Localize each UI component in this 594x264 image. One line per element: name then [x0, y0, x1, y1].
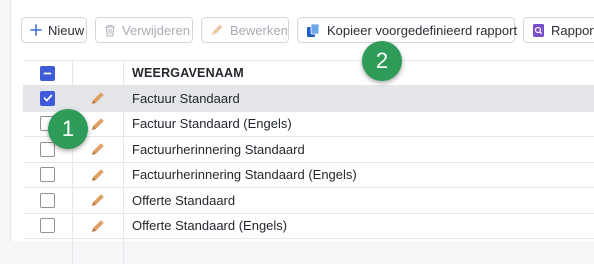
plus-icon [30, 24, 42, 36]
pencil-icon [212, 24, 223, 35]
copy-icon [307, 23, 320, 37]
row-display-name: Factuurherinnering Standaard [132, 141, 305, 157]
copy-predefined-report-label: Kopieer voorgedefinieerd rapport [327, 22, 518, 38]
row-edit-cell [73, 86, 124, 111]
step-badge-1: 1 [48, 109, 88, 149]
row-edit-cell [73, 213, 124, 238]
check-icon [43, 94, 52, 102]
step-badge-2: 2 [362, 41, 402, 81]
row-checkbox[interactable] [40, 90, 55, 106]
table-row[interactable]: Offerte Standaard (Engels) [23, 213, 594, 239]
row-checkbox[interactable] [40, 167, 55, 183]
table-row[interactable]: Factuur Standaard (Engels) [23, 111, 594, 137]
row-check-cell [23, 86, 73, 111]
table-row[interactable]: Factuur Standaard [23, 86, 594, 112]
row-checkbox[interactable] [40, 192, 55, 208]
row-check-cell [23, 213, 73, 238]
edit-button-label: Bewerken [230, 22, 288, 38]
table-row[interactable]: Factuurherinnering Standaard (Engels) [23, 162, 594, 188]
reports-table: WEERGAVENAAM Factuur Standaard Factuur S… [23, 60, 594, 264]
column-header-display-name[interactable]: WEERGAVENAAM [124, 66, 244, 80]
row-check-cell [23, 162, 73, 187]
table-row[interactable]: Factuurherinnering Standaard [23, 137, 594, 163]
header-edit-cell [73, 61, 124, 85]
row-display-name: Factuur Standaard (Engels) [132, 116, 292, 132]
row-display-name: Factuurherinnering Standaard (Engels) [132, 167, 357, 183]
row-check-cell [23, 239, 73, 264]
delete-button-label: Verwijderen [122, 22, 190, 38]
row-edit-cell [73, 162, 124, 187]
row-checkbox[interactable] [40, 218, 55, 234]
report-button[interactable]: Rapport [523, 17, 594, 43]
minus-icon [43, 72, 52, 74]
select-all-checkbox[interactable] [40, 65, 55, 81]
trash-icon [105, 24, 115, 37]
pencil-icon[interactable] [90, 218, 106, 234]
row-checkbox[interactable] [40, 141, 55, 157]
edit-button[interactable]: Bewerken [201, 17, 289, 43]
table-row[interactable]: Offerte Standaard [23, 188, 594, 214]
reports-panel: Nieuw Verwijderen Bewerken Kopieer voorg… [10, 0, 594, 264]
pencil-icon[interactable] [90, 141, 106, 157]
pencil-icon[interactable] [90, 90, 106, 106]
new-button-label: Nieuw [48, 22, 85, 38]
row-edit-cell [73, 188, 124, 213]
header-check-cell [23, 61, 73, 85]
row-display-name: Offerte Standaard [132, 192, 236, 208]
pencil-icon[interactable] [90, 116, 106, 132]
report-search-icon [533, 23, 544, 37]
table-header-row: WEERGAVENAAM [23, 60, 594, 86]
new-button[interactable]: Nieuw [21, 17, 87, 43]
row-display-name: Factuur Standaard [132, 90, 240, 106]
row-edit-cell [73, 239, 124, 264]
toolbar: Nieuw Verwijderen Bewerken Kopieer voorg… [11, 0, 594, 50]
row-display-name: Offerte Standaard (Engels) [132, 218, 288, 234]
delete-button[interactable]: Verwijderen [95, 17, 193, 43]
pencil-icon[interactable] [90, 192, 106, 208]
row-check-cell [23, 188, 73, 213]
report-button-label: Rapport [551, 22, 594, 38]
pencil-icon[interactable] [90, 167, 106, 183]
table-row[interactable] [23, 239, 594, 264]
copy-predefined-report-button[interactable]: Kopieer voorgedefinieerd rapport [297, 17, 518, 43]
